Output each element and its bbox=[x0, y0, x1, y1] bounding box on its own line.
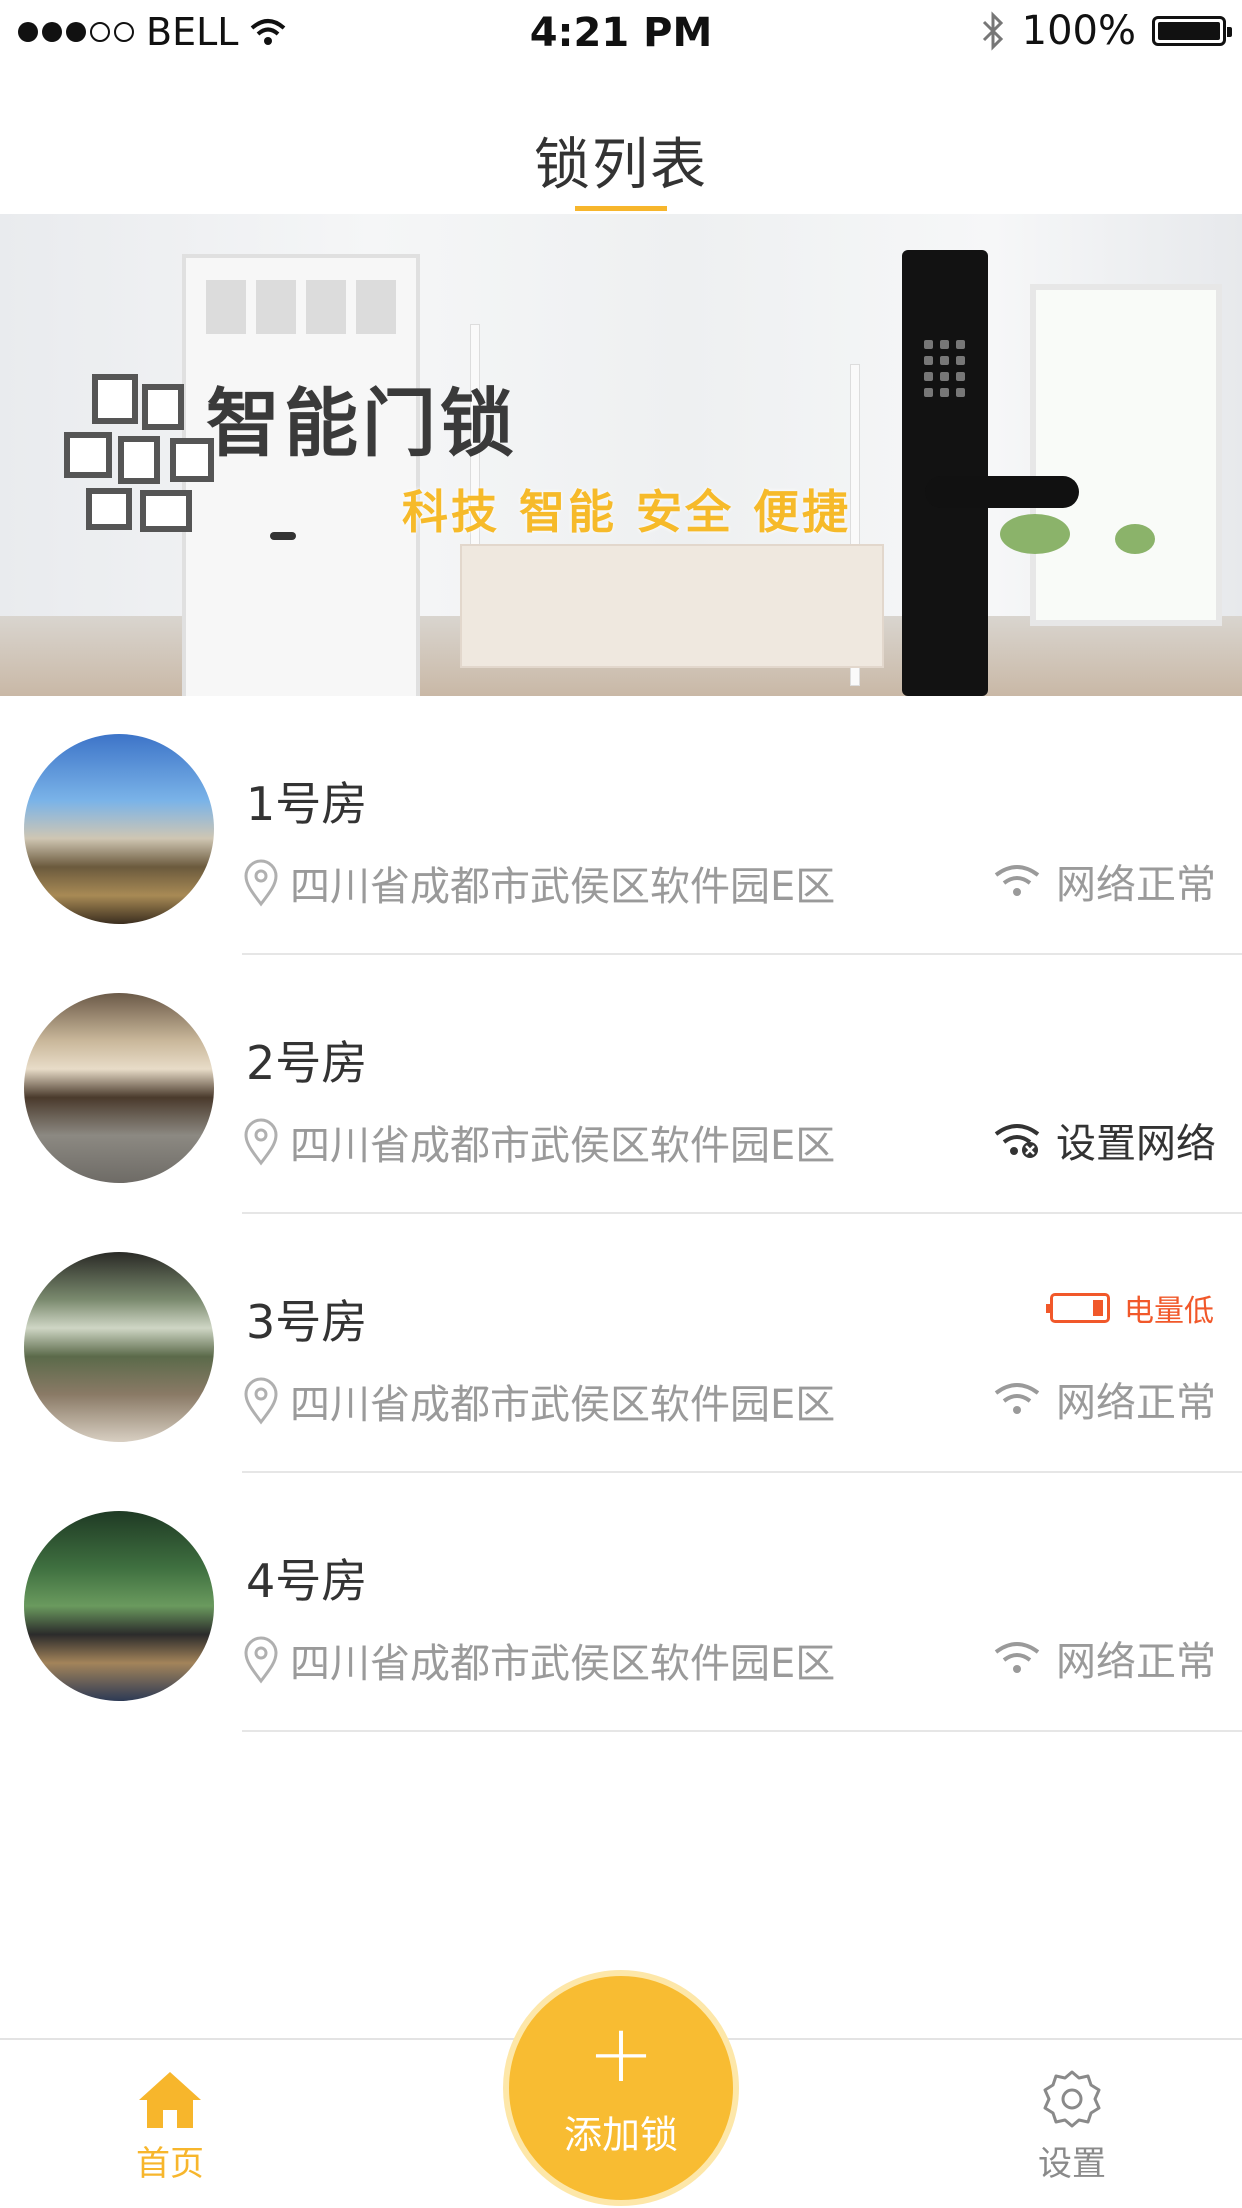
room-name: 4号房 bbox=[246, 1554, 368, 1608]
tab-home[interactable]: 首页 bbox=[90, 2068, 250, 2185]
gear-icon bbox=[1043, 2070, 1101, 2128]
wifi-icon bbox=[994, 1383, 1040, 1414]
location-pin-icon bbox=[244, 1118, 278, 1166]
wifi-icon bbox=[994, 1642, 1040, 1673]
room-address: 四川省成都市武侯区软件园E区 bbox=[242, 1631, 835, 1689]
lock-list: 1号房 四川省成都市武侯区软件园E区 网络正常 2号房 四川省成都市武侯区软件园… bbox=[0, 696, 1242, 1732]
lock-item[interactable]: 4号房 四川省成都市武侯区软件园E区 网络正常 bbox=[0, 1473, 1242, 1732]
title-underline bbox=[575, 206, 667, 211]
tab-settings-label: 设置 bbox=[1038, 2144, 1106, 2184]
battery-low-icon bbox=[1046, 1293, 1110, 1323]
smart-lock-image bbox=[902, 250, 988, 696]
add-lock-label: 添加锁 bbox=[563, 2113, 678, 2157]
wifi-off-icon bbox=[994, 1124, 1040, 1158]
network-status: 网络正常 bbox=[992, 852, 1216, 910]
banner-door bbox=[182, 254, 420, 696]
room-photo bbox=[24, 734, 214, 924]
location-pin-icon bbox=[244, 1377, 278, 1425]
network-status: 网络正常 bbox=[992, 1629, 1216, 1687]
room-address: 四川省成都市武侯区软件园E区 bbox=[242, 854, 835, 912]
room-name: 3号房 bbox=[246, 1295, 368, 1349]
room-photo bbox=[24, 993, 214, 1183]
location-pin-icon bbox=[244, 859, 278, 907]
banner-bed bbox=[460, 544, 884, 668]
room-address: 四川省成都市武侯区软件园E区 bbox=[242, 1113, 835, 1171]
lock-item[interactable]: 3号房 电量低 四川省成都市武侯区软件园E区 网络正常 bbox=[0, 1214, 1242, 1473]
page-title: 锁列表 bbox=[534, 133, 708, 198]
tab-home-label: 首页 bbox=[136, 2144, 204, 2184]
status-bar: BELL 4:21 PM 100% bbox=[0, 0, 1242, 66]
tab-settings[interactable]: 设置 bbox=[992, 2068, 1152, 2185]
add-lock-button[interactable]: + 添加锁 bbox=[503, 1970, 739, 2206]
promo-banner[interactable]: 智能门锁 科技 智能 安全 便捷 bbox=[0, 214, 1242, 696]
nav-header: 锁列表 bbox=[0, 66, 1242, 212]
room-photo bbox=[24, 1511, 214, 1701]
battery-low-badge: 电量低 bbox=[1046, 1286, 1214, 1330]
room-address: 四川省成都市武侯区软件园E区 bbox=[242, 1372, 835, 1430]
bluetooth-icon bbox=[982, 11, 1003, 51]
home-icon bbox=[139, 2072, 201, 2128]
setup-network-button[interactable]: 设置网络 bbox=[992, 1111, 1216, 1169]
room-name: 2号房 bbox=[246, 1036, 368, 1090]
plus-icon: + bbox=[587, 2007, 655, 2100]
banner-tagline: 科技 智能 安全 便捷 bbox=[402, 485, 852, 539]
location-pin-icon bbox=[244, 1636, 278, 1684]
status-right: 100% bbox=[980, 8, 1232, 54]
battery-icon bbox=[1152, 16, 1232, 46]
lock-item[interactable]: 2号房 四川省成都市武侯区软件园E区 设置网络 bbox=[0, 955, 1242, 1214]
network-status: 网络正常 bbox=[992, 1370, 1216, 1428]
banner-window bbox=[1030, 284, 1222, 626]
room-name: 1号房 bbox=[246, 777, 368, 831]
room-photo bbox=[24, 1252, 214, 1442]
banner-headline: 智能门锁 bbox=[206, 381, 518, 467]
lock-item[interactable]: 1号房 四川省成都市武侯区软件园E区 网络正常 bbox=[0, 696, 1242, 955]
battery-percent: 100% bbox=[1021, 8, 1136, 54]
wifi-icon bbox=[994, 865, 1040, 896]
